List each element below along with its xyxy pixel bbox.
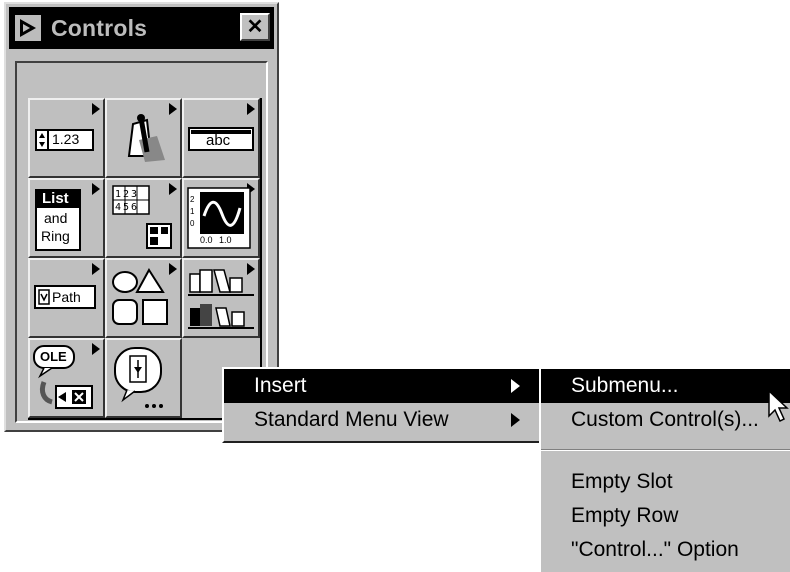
string-controls-button[interactable]: abc — [182, 98, 260, 178]
boolean-controls-button[interactable] — [105, 98, 182, 178]
submenu-item-control-option-label: "Control..." Option — [571, 538, 739, 561]
user-controls-button[interactable] — [182, 258, 260, 338]
menu-separator — [541, 449, 790, 451]
submenu-item-control-option[interactable]: "Control..." Option — [541, 533, 790, 567]
toggle-switch-icon — [127, 114, 165, 162]
select-control-icon — [114, 347, 163, 408]
array-cluster-controls-button[interactable]: 123 456 — [105, 178, 182, 258]
submenu-item-empty-slot-label: Empty Slot — [571, 470, 673, 493]
ole-label: OLE — [40, 349, 67, 364]
window-title: Controls — [51, 14, 148, 41]
path-label: Path — [52, 289, 81, 305]
context-menu: Insert Standard Menu View — [222, 367, 542, 443]
submenu-item-custom-controls[interactable]: Custom Control(s)... — [541, 403, 790, 437]
and-label: and — [44, 210, 68, 226]
submenu-item-empty-row[interactable]: Empty Row — [541, 499, 790, 533]
graph-axis-label: 0.0 1.0 — [200, 235, 232, 245]
array-label: 123 456 — [115, 189, 140, 213]
graph-controls-button[interactable]: 2 1 0 0.0 1.0 — [182, 178, 260, 258]
user-controls-icon — [188, 269, 254, 329]
submenu-item-empty-row-label: Empty Row — [571, 504, 679, 527]
menu-item-insert[interactable]: Insert — [224, 369, 540, 403]
insert-submenu: Submenu... Custom Control(s)... Empty Sl… — [539, 367, 790, 572]
string-label: abc — [206, 132, 231, 149]
title-bar[interactable]: Controls ✕ — [9, 7, 274, 49]
submenu-arrow-icon — [511, 413, 520, 427]
submenu-item-submenu-label: Submenu... — [571, 374, 679, 397]
mouse-pointer-icon — [768, 390, 789, 423]
svg-text:1: 1 — [190, 207, 195, 216]
submenu-item-custom-controls-label: Custom Control(s)... — [571, 408, 759, 431]
menu-item-insert-label: Insert — [254, 374, 307, 397]
activex-controls-button[interactable]: OLE — [28, 338, 105, 418]
select-control-button[interactable] — [105, 338, 182, 418]
close-button[interactable]: ✕ — [240, 13, 270, 41]
ring-label: Ring — [41, 228, 70, 244]
menu-item-standard-menu-view-label: Standard Menu View — [254, 408, 449, 431]
list-label: List — [42, 190, 69, 207]
shapes-icon — [112, 268, 168, 325]
list-ring-controls-button[interactable]: List and Ring — [28, 178, 105, 258]
submenu-item-submenu[interactable]: Submenu... — [541, 369, 790, 403]
submenu-item-empty-slot[interactable]: Empty Slot — [541, 465, 790, 499]
decorations-button[interactable] — [105, 258, 182, 338]
labview-icon — [13, 13, 43, 43]
path-refnum-controls-button[interactable]: Path — [28, 258, 105, 338]
svg-text:0: 0 — [190, 219, 195, 228]
numeric-label: 1.23 — [52, 131, 80, 147]
numeric-controls-button[interactable]: 1.23 — [28, 98, 105, 178]
submenu-arrow-icon — [511, 379, 520, 393]
close-icon: ✕ — [246, 16, 264, 38]
svg-text:2: 2 — [190, 195, 195, 204]
menu-item-standard-menu-view[interactable]: Standard Menu View — [224, 403, 540, 437]
